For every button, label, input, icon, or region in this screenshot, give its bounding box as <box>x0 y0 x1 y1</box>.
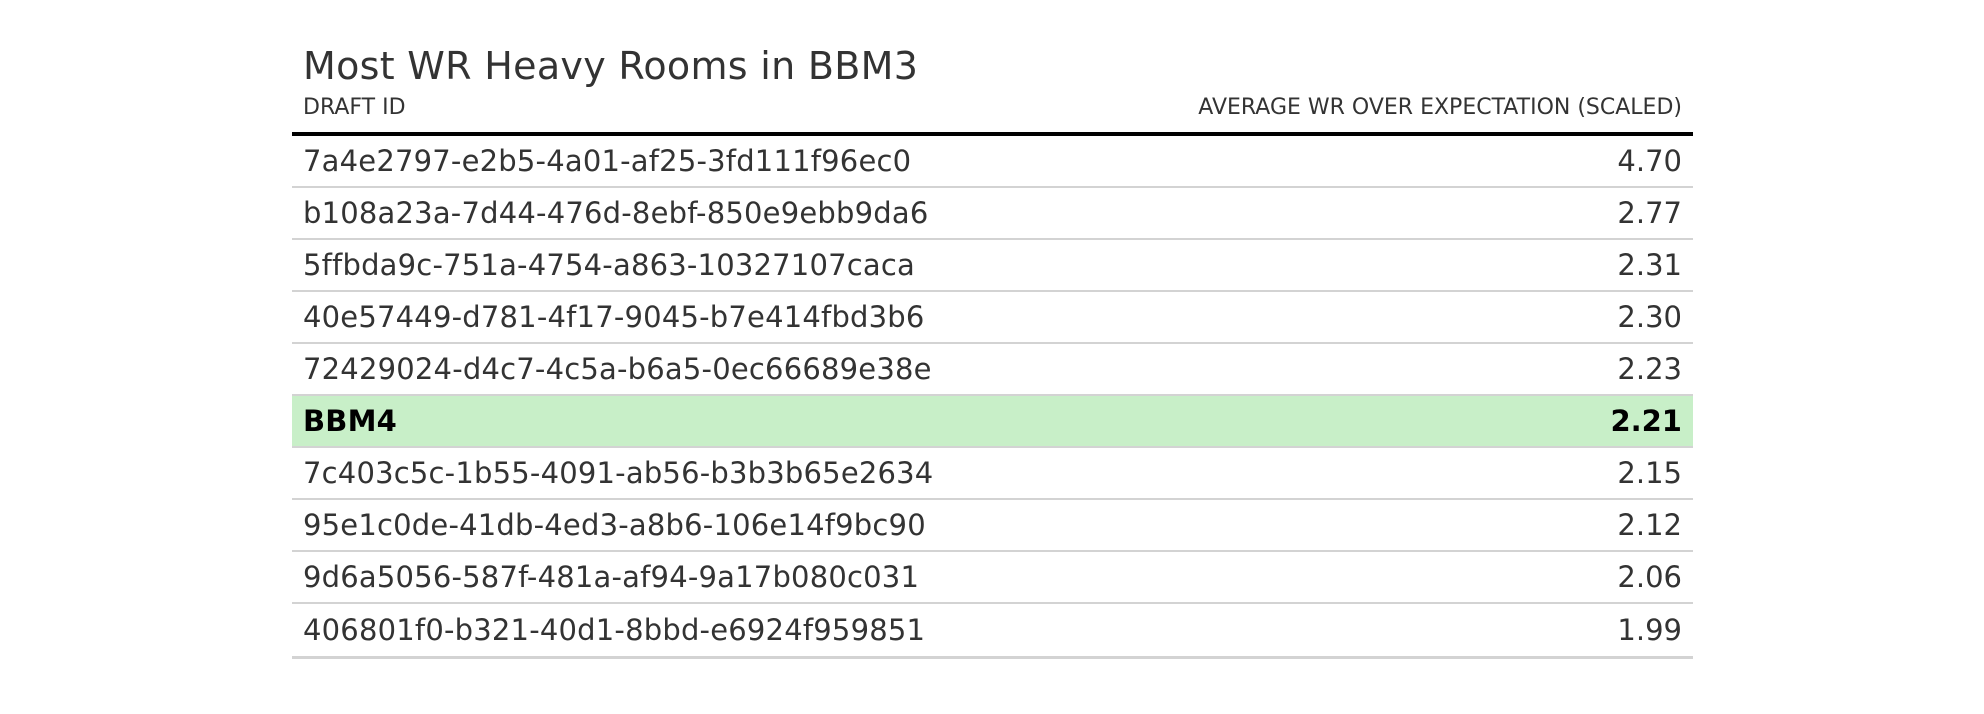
average-wr-cell: 2.12 <box>1617 508 1682 542</box>
average-wr-cell: 1.99 <box>1617 613 1682 647</box>
average-wr-cell: 2.30 <box>1617 300 1682 334</box>
draft-id-cell: 406801f0-b321-40d1-8bbd-e6924f959851 <box>303 613 926 647</box>
table-row: 95e1c0de-41db-4ed3-a8b6-106e14f9bc90 2.12 <box>292 500 1693 552</box>
average-wr-cell: 2.21 <box>1610 404 1682 438</box>
average-wr-cell: 2.23 <box>1617 352 1682 386</box>
draft-id-cell: 72429024-d4c7-4c5a-b6a5-0ec66689e38e <box>303 352 932 386</box>
average-wr-cell: 2.31 <box>1617 248 1682 282</box>
table-row: 7c403c5c-1b55-4091-ab56-b3b3b65e2634 2.15 <box>292 448 1693 500</box>
table-header: DRAFT ID AVERAGE WR OVER EXPECTATION (SC… <box>292 92 1693 136</box>
column-header-draft-id: DRAFT ID <box>303 95 406 120</box>
table-title: Most WR Heavy Rooms in BBM3 <box>303 44 919 88</box>
table-row: 406801f0-b321-40d1-8bbd-e6924f959851 1.99 <box>292 604 1693 656</box>
column-header-average-wr: AVERAGE WR OVER EXPECTATION (SCALED) <box>1198 95 1682 120</box>
draft-id-cell: 7a4e2797-e2b5-4a01-af25-3fd111f96ec0 <box>303 144 912 178</box>
table: Most WR Heavy Rooms in BBM3 DRAFT ID AVE… <box>292 40 1693 659</box>
average-wr-cell: 2.15 <box>1617 456 1682 490</box>
draft-id-cell: 7c403c5c-1b55-4091-ab56-b3b3b65e2634 <box>303 456 934 490</box>
table-row: b108a23a-7d44-476d-8ebf-850e9ebb9da6 2.77 <box>292 188 1693 240</box>
average-wr-cell: 4.70 <box>1617 144 1682 178</box>
table-row: 72429024-d4c7-4c5a-b6a5-0ec66689e38e 2.23 <box>292 344 1693 396</box>
table-row: 40e57449-d781-4f17-9045-b7e414fbd3b6 2.30 <box>292 292 1693 344</box>
table-body: 7a4e2797-e2b5-4a01-af25-3fd111f96ec0 4.70… <box>292 136 1693 659</box>
average-wr-cell: 2.77 <box>1617 196 1682 230</box>
table-row-highlighted: BBM4 2.21 <box>292 396 1693 448</box>
table-row: 7a4e2797-e2b5-4a01-af25-3fd111f96ec0 4.70 <box>292 136 1693 188</box>
average-wr-cell: 2.06 <box>1617 560 1682 594</box>
draft-id-cell: 95e1c0de-41db-4ed3-a8b6-106e14f9bc90 <box>303 508 926 542</box>
draft-id-cell: BBM4 <box>303 404 398 438</box>
draft-id-cell: 40e57449-d781-4f17-9045-b7e414fbd3b6 <box>303 300 925 334</box>
draft-id-cell: 5ffbda9c-751a-4754-a863-10327107caca <box>303 248 915 282</box>
table-row: 9d6a5056-587f-481a-af94-9a17b080c031 2.06 <box>292 552 1693 604</box>
draft-id-cell: 9d6a5056-587f-481a-af94-9a17b080c031 <box>303 560 920 594</box>
draft-id-cell: b108a23a-7d44-476d-8ebf-850e9ebb9da6 <box>303 196 929 230</box>
table-row: 5ffbda9c-751a-4754-a863-10327107caca 2.31 <box>292 240 1693 292</box>
